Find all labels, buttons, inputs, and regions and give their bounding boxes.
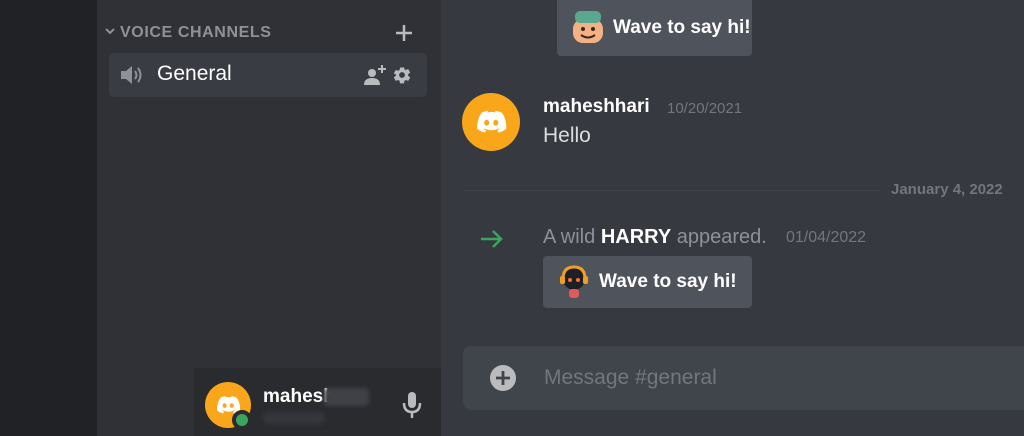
wave-button-label: Wave to say hi! <box>613 17 751 38</box>
message-composer[interactable]: Message #general <box>463 346 1024 410</box>
discord-app: VOICE CHANNELS General mahesh Wave to sa… <box>0 0 1024 436</box>
category-label: VOICE CHANNELS <box>120 24 272 41</box>
join-timestamp: 01/04/2022 <box>786 229 867 246</box>
message-text: Hello <box>543 124 591 147</box>
server-rail <box>0 0 97 436</box>
join-prefix: A wild <box>543 226 601 248</box>
wave-sticker-icon <box>573 11 603 43</box>
joined-username[interactable]: HARRY <box>601 226 671 248</box>
wave-sticker-icon <box>560 265 588 298</box>
invite-member-icon[interactable] <box>363 64 387 86</box>
username-redacted <box>324 388 369 406</box>
chevron-down-icon <box>105 28 115 35</box>
wave-button-label: Wave to say hi! <box>599 271 737 292</box>
wave-to-say-hi-button[interactable]: Wave to say hi! <box>557 0 752 56</box>
wave-to-say-hi-button[interactable]: Wave to say hi! <box>543 256 752 308</box>
join-suffix: appeared. <box>671 226 767 248</box>
arrow-right-icon <box>481 230 503 248</box>
message-input-placeholder[interactable]: Message #general <box>544 366 717 390</box>
member-join-message: A wild HARRY appeared. <box>543 226 767 249</box>
channel-name: General <box>157 62 232 85</box>
avatar[interactable] <box>462 93 520 151</box>
online-status-indicator <box>232 410 252 430</box>
speaker-icon <box>121 66 142 84</box>
user-tag-redacted <box>263 412 325 424</box>
voice-channels-category[interactable]: VOICE CHANNELS <box>97 20 441 46</box>
add-attachment-icon[interactable] <box>489 364 517 392</box>
mic-icon <box>402 392 422 418</box>
date-divider-line <box>463 190 881 191</box>
voice-channel-general[interactable]: General <box>109 53 427 97</box>
channel-sidebar: VOICE CHANNELS General mahesh <box>97 0 538 436</box>
mute-button[interactable] <box>397 390 427 420</box>
date-divider-label: January 4, 2022 <box>891 181 1003 198</box>
plus-icon[interactable] <box>394 23 414 43</box>
message-timestamp: 10/20/2021 <box>667 100 743 117</box>
chat-area: Wave to say hi! maheshhari 10/20/2021 He… <box>441 0 1024 436</box>
gear-icon[interactable] <box>392 65 412 85</box>
message-author[interactable]: maheshhari <box>543 96 650 118</box>
